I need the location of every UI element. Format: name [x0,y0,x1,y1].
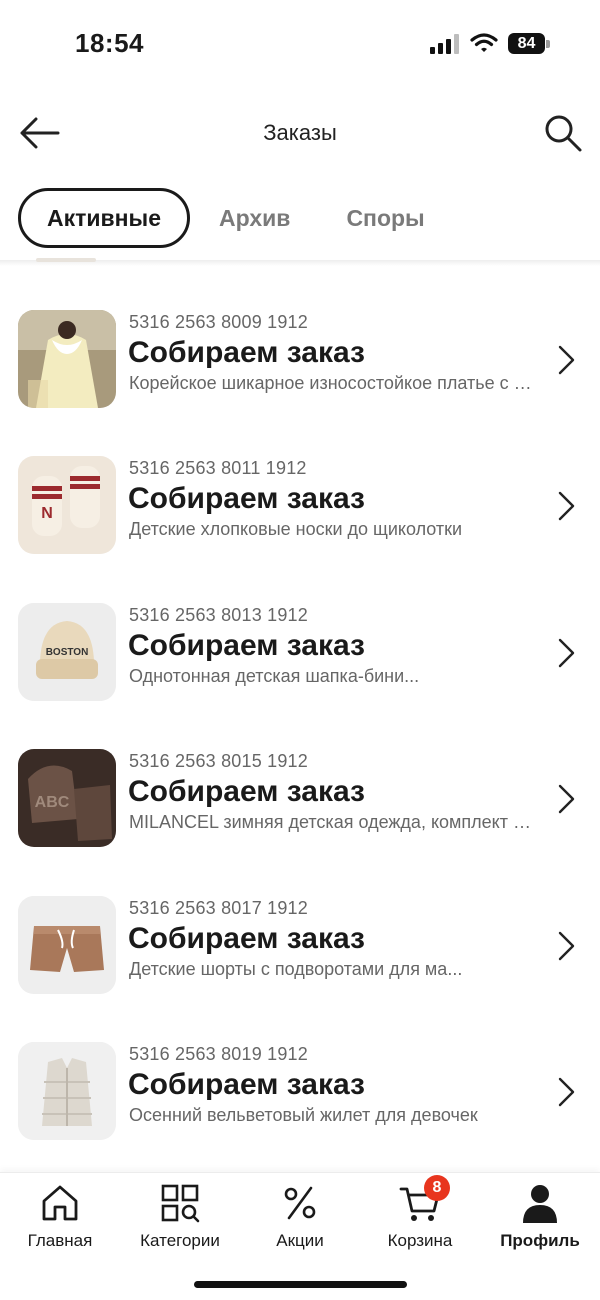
cellular-signal-icon [430,34,459,54]
profile-icon [523,1185,557,1223]
order-status: Собираем заказ [128,921,365,955]
svg-text:ABC: ABC [35,794,70,811]
tab-active[interactable]: Активные [18,188,190,248]
order-status: Собираем заказ [128,336,365,369]
order-number: 5316 2563 8017 1912 [129,897,308,918]
svg-text:BOSTON: BOSTON [46,647,89,658]
status-bar: 18:54 84 [0,0,600,90]
order-number: 5316 2563 8019 1912 [129,1043,308,1064]
order-number: 5316 2563 8009 1912 [129,312,308,332]
battery-icon: 84 [508,33,550,55]
tab-disputes[interactable]: Споры [346,205,424,232]
page-title: Заказы [263,120,337,145]
nav-categories-label: Категории [140,1231,220,1250]
product-thumbnail-vest [18,1041,116,1140]
percent-icon [284,1186,316,1220]
order-status: Собираем заказ [128,775,365,809]
order-item[interactable]: ABC 5316 2563 8015 1912 Собираем заказ M… [0,739,600,885]
order-number: 5316 2563 8011 1912 [129,458,307,479]
chevron-right-icon [558,931,575,960]
battery-level: 84 [508,33,545,54]
home-icon [42,1185,78,1221]
search-icon[interactable] [542,112,584,154]
order-status: Собираем заказ [128,628,365,662]
order-item[interactable]: 5316 2563 8017 1912 Собираем заказ Детск… [0,886,600,1032]
order-item[interactable]: BOSTON 5316 2563 8013 1912 Собираем зака… [0,593,600,739]
categories-icon [161,1184,200,1223]
nav-cart-label: Корзина [387,1231,453,1250]
order-description: Детские шорты с подворотами для ма... [129,958,463,979]
product-thumbnail-hoodie-set: ABC [18,749,116,848]
product-thumbnail-socks: N [18,456,116,555]
cart-count-badge: 8 [424,1175,450,1201]
chevron-right-icon [558,345,575,375]
nav-promos-label: Акции [276,1231,324,1250]
product-thumbnail-dress [18,310,116,408]
order-tabs: Активные Архив Споры [18,188,425,248]
order-status: Собираем заказ [128,1067,365,1101]
product-thumbnail-beanie: BOSTON [18,602,116,701]
order-description: MILANCEL зимняя детская одежда, комплект… [129,812,539,833]
chevron-right-icon [558,1077,575,1107]
product-thumbnail-shorts [18,895,116,994]
scrolled-content-edge [36,258,96,262]
order-description: Детские хлопковые носки до щиколотки [129,519,463,540]
order-description: Корейское шикарное износостойкое платье … [129,373,539,393]
wifi-icon [470,33,498,52]
nav-header: Заказы [0,100,600,166]
nav-categories[interactable]: Категории [120,1181,240,1251]
nav-profile[interactable]: Профиль [480,1181,600,1251]
tab-archive[interactable]: Архив [219,205,290,232]
order-item[interactable]: 5316 2563 8009 1912 Собираем заказ Корей… [0,300,600,446]
nav-cart[interactable]: 8 Корзина [360,1175,480,1251]
nav-home[interactable]: Главная [0,1181,120,1251]
order-description: Осенний вельветовый жилет для девочек [129,1104,478,1125]
nav-profile-label: Профиль [500,1231,580,1250]
order-description: Однотонная детская шапка-бини... [129,665,420,686]
order-list: 5316 2563 8009 1912 Собираем заказ Корей… [0,300,600,1178]
order-status: Собираем заказ [128,482,365,516]
nav-promos[interactable]: Акции [240,1181,360,1251]
order-number: 5316 2563 8013 1912 [129,604,308,625]
order-number: 5316 2563 8015 1912 [129,751,308,772]
nav-home-label: Главная [27,1231,93,1250]
chevron-right-icon [558,492,575,521]
chevron-right-icon [558,784,575,814]
order-item[interactable]: 5316 2563 8019 1912 Собираем заказ Осенн… [0,1032,600,1178]
status-time: 18:54 [75,28,144,58]
home-indicator[interactable] [194,1281,407,1288]
order-item[interactable]: N 5316 2563 8011 1912 Собираем заказ Дет… [0,446,600,592]
chevron-right-icon [558,638,575,667]
svg-text:N: N [41,505,53,522]
